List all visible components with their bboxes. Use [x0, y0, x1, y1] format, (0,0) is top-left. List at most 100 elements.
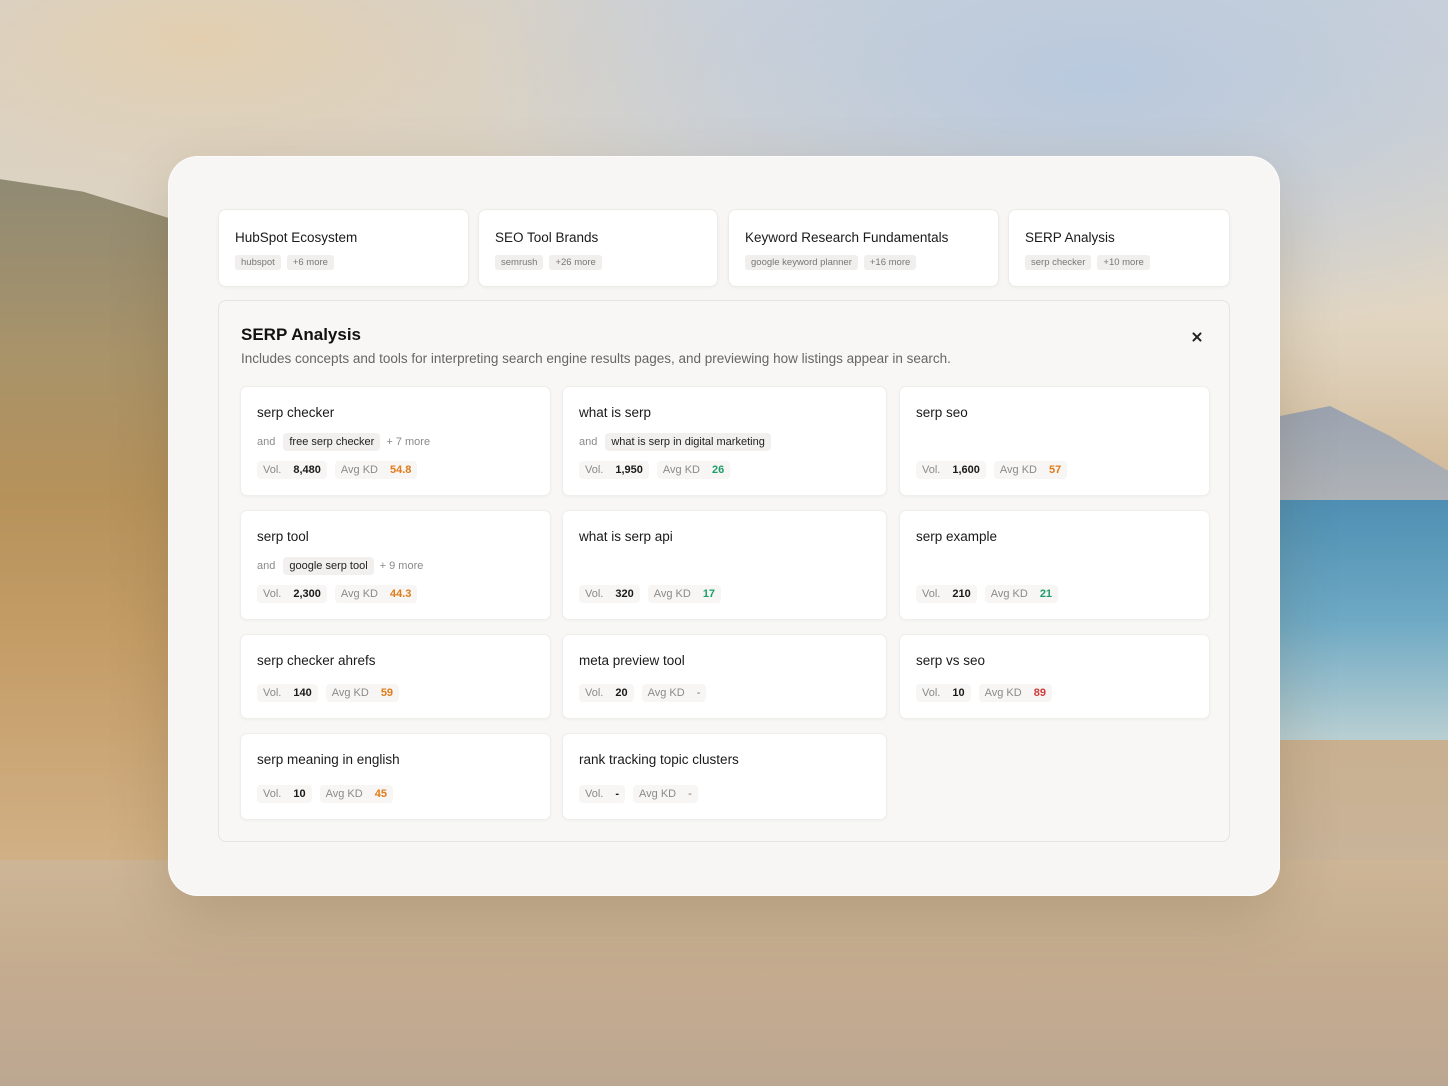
volume-metric: Vol. 20 — [579, 684, 634, 702]
kd-label: Avg KD — [990, 588, 1028, 600]
keyword-title: serp example — [916, 529, 998, 544]
keyword-title: rank tracking topic clusters — [579, 752, 739, 767]
volume-value: 320 — [615, 588, 634, 600]
volume-value: 1,950 — [615, 464, 643, 476]
kd-value: - — [696, 687, 701, 699]
related-keyword-chip[interactable]: free serp checker — [283, 433, 381, 451]
volume-value: 210 — [952, 588, 971, 600]
keyword-card[interactable]: meta preview tool Vol. 20 Avg KD - — [562, 634, 887, 719]
kd-label: Avg KD — [340, 464, 378, 476]
kd-value: 54.8 — [389, 464, 412, 476]
volume-metric: Vol. 210 — [916, 585, 977, 603]
kd-label: Avg KD — [340, 588, 378, 600]
tab-chips: hubspot +6 more — [235, 255, 468, 270]
kd-metric: Avg KD 57 — [993, 461, 1068, 479]
volume-metric: Vol. 10 — [916, 684, 971, 702]
keyword-card[interactable]: serp example Vol. 210 Avg KD 21 — [899, 510, 1210, 620]
keyword-metrics: Vol. 8,480 Avg KD 54.8 — [257, 461, 425, 479]
volume-label: Vol. — [585, 588, 604, 600]
volume-label: Vol. — [585, 687, 604, 699]
keyword-card[interactable]: serp seo Vol. 1,600 Avg KD 57 — [899, 386, 1210, 496]
cluster-detail: SERP Analysis Includes concepts and tool… — [218, 300, 1230, 842]
keyword-card[interactable]: what is serp and what is serp in digital m… — [562, 386, 887, 496]
keyword-metrics: Vol. 1,950 Avg KD 26 — [579, 461, 738, 479]
volume-value: 140 — [293, 687, 312, 699]
kd-metric: Avg KD 59 — [325, 684, 400, 702]
kd-value: - — [688, 788, 692, 800]
kd-metric: Avg KD 21 — [984, 585, 1059, 603]
keyword-title: serp seo — [916, 405, 968, 420]
keyword-title: what is serp — [579, 405, 652, 420]
tab-title: Keyword Research Fundamentals — [745, 230, 949, 245]
keyword-title: serp vs seo — [916, 653, 986, 668]
kd-label: Avg KD — [331, 687, 369, 699]
volume-metric: Vol. 1,950 — [579, 461, 649, 479]
topic-cluster-panel: HubSpot Ecosystem hubspot +6 more SEO To… — [168, 156, 1280, 896]
related-keywords: and what is serp in digital marketing — [579, 433, 771, 451]
and-label: and — [257, 560, 276, 572]
kd-value: 89 — [1033, 687, 1046, 699]
volume-metric: Vol. 8,480 — [257, 461, 327, 479]
keyword-metrics: Vol. 20 Avg KD - — [579, 684, 714, 702]
volume-value: 2,300 — [293, 588, 321, 600]
volume-metric: Vol. - — [579, 785, 626, 803]
tab-title: HubSpot Ecosystem — [235, 230, 358, 245]
kd-value: 59 — [380, 687, 394, 699]
volume-metric: Vol. 140 — [257, 684, 318, 702]
volume-value: - — [615, 788, 620, 800]
kd-label: Avg KD — [984, 687, 1022, 699]
cluster-description: Includes concepts and tools for interpre… — [241, 351, 951, 366]
tab-chip: serp checker — [1025, 255, 1092, 270]
keyword-title: serp checker ahrefs — [257, 653, 376, 668]
more-keywords-link[interactable]: + 9 more — [380, 560, 424, 572]
related-keyword-chip[interactable]: what is serp in digital marketing — [605, 433, 771, 451]
cluster-title: SERP Analysis — [241, 325, 362, 344]
close-icon[interactable] — [1185, 325, 1209, 349]
keyword-card[interactable]: serp vs seo Vol. 10 Avg KD 89 — [899, 634, 1210, 719]
keyword-card[interactable]: serp checker and free serp checker + 7 more… — [240, 386, 551, 496]
volume-value: 8,480 — [293, 464, 321, 476]
kd-value: 44.3 — [389, 588, 412, 600]
keyword-title: serp tool — [257, 529, 309, 544]
more-keywords-link[interactable]: + 7 more — [386, 436, 430, 448]
volume-value: 10 — [952, 687, 965, 699]
kd-label: Avg KD — [647, 687, 685, 699]
kd-value: 21 — [1039, 588, 1053, 600]
volume-metric: Vol. 2,300 — [257, 585, 327, 603]
tab-seo-tool-brands[interactable]: SEO Tool Brands semrush +26 more — [478, 209, 718, 287]
kd-label: Avg KD — [639, 788, 677, 800]
kd-metric: Avg KD 54.8 — [334, 461, 418, 479]
background-sea — [1270, 500, 1448, 740]
volume-metric: Vol. 1,600 — [916, 461, 986, 479]
keyword-metrics: Vol. 2,300 Avg KD 44.3 — [257, 585, 425, 603]
and-label: and — [257, 436, 276, 448]
tab-keyword-research-fundamentals[interactable]: Keyword Research Fundamentals google key… — [728, 209, 999, 287]
keyword-card[interactable]: serp checker ahrefs Vol. 140 Avg KD 59 — [240, 634, 551, 719]
tab-serp-analysis[interactable]: SERP Analysis serp checker +10 more — [1008, 209, 1230, 287]
related-keyword-chip[interactable]: google serp tool — [283, 557, 374, 575]
kd-value: 45 — [374, 788, 387, 800]
keyword-metrics: Vol. 10 Avg KD 45 — [257, 785, 401, 803]
tab-chip: google keyword planner — [745, 255, 858, 270]
kd-metric: Avg KD 89 — [978, 684, 1052, 702]
tab-chips: serp checker +10 more — [1025, 255, 1229, 270]
kd-metric: Avg KD 45 — [319, 785, 393, 803]
keyword-card[interactable]: serp tool and google serp tool + 9 more Vol.… — [240, 510, 551, 620]
keyword-title: meta preview tool — [579, 653, 685, 668]
tab-chip: hubspot — [235, 255, 281, 270]
keyword-card[interactable]: rank tracking topic clusters Vol. - Avg KD - — [562, 733, 887, 820]
keyword-card[interactable]: what is serp api Vol. 320 Avg KD 17 — [562, 510, 887, 620]
keyword-title: serp meaning in english — [257, 752, 400, 767]
cluster-tabs: HubSpot Ecosystem hubspot +6 more SEO To… — [218, 209, 1230, 289]
kd-value: 57 — [1048, 464, 1062, 476]
tab-chip-more: +10 more — [1097, 255, 1150, 270]
kd-metric: Avg KD - — [641, 684, 707, 702]
kd-label: Avg KD — [662, 464, 700, 476]
tab-title: SERP Analysis — [1025, 230, 1115, 245]
tab-chip-more: +16 more — [863, 255, 917, 270]
keyword-card[interactable]: serp meaning in english Vol. 10 Avg KD 45 — [240, 733, 551, 820]
kd-metric: Avg KD 26 — [656, 461, 731, 479]
kd-metric: Avg KD - — [633, 785, 698, 803]
and-label: and — [579, 436, 598, 448]
tab-hubspot-ecosystem[interactable]: HubSpot Ecosystem hubspot +6 more — [218, 209, 469, 287]
